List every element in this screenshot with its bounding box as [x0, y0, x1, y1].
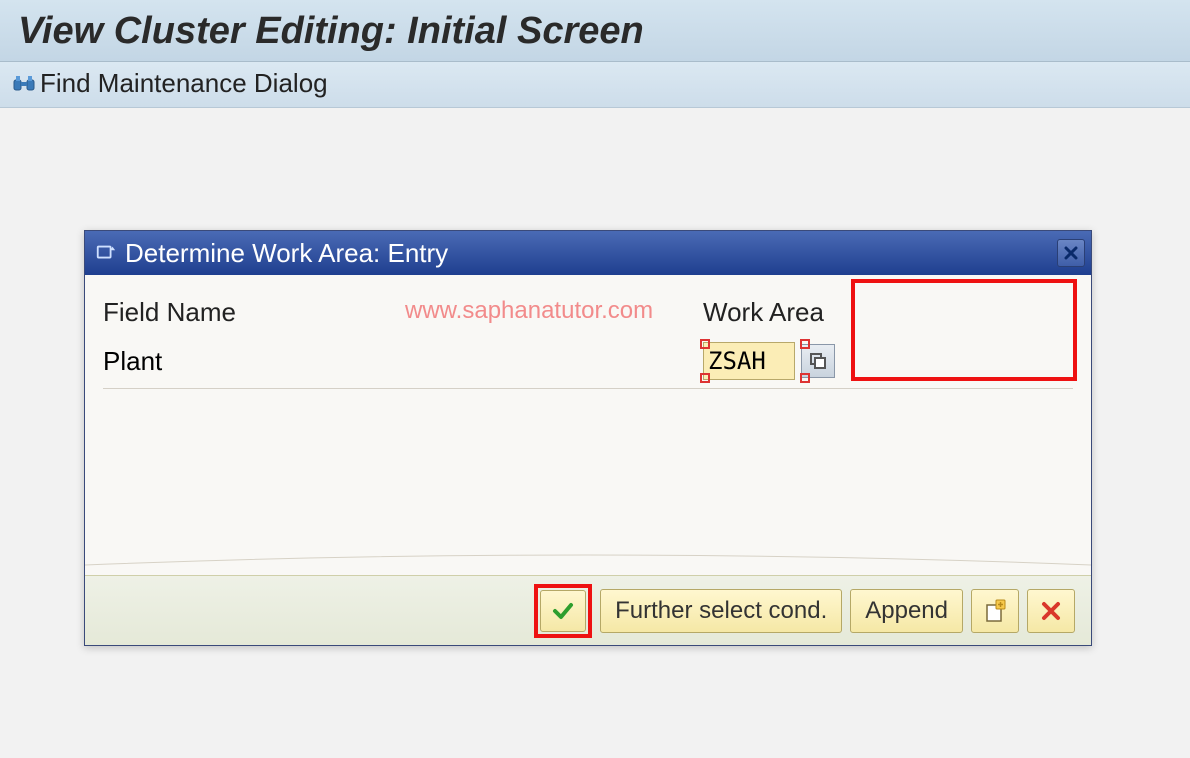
- further-select-button[interactable]: Further select cond.: [600, 589, 842, 633]
- find-maintenance-dialog-button[interactable]: Find Maintenance Dialog: [12, 68, 328, 99]
- value-help-icon: [809, 352, 827, 370]
- new-entries-icon: [982, 598, 1008, 624]
- plant-input-wrap: [703, 342, 835, 380]
- row-divider: [103, 388, 1073, 389]
- append-button[interactable]: Append: [850, 589, 963, 633]
- dialog-close-button[interactable]: [1057, 239, 1085, 267]
- find-maintenance-label: Find Maintenance Dialog: [40, 68, 328, 99]
- plant-row: Plant: [103, 338, 1073, 384]
- dialog-title: Determine Work Area: Entry: [125, 238, 448, 269]
- page-title: View Cluster Editing: Initial Screen: [18, 10, 1172, 53]
- cancel-button[interactable]: [1027, 589, 1075, 633]
- plant-label: Plant: [103, 346, 703, 377]
- app-toolbar: Find Maintenance Dialog: [0, 62, 1190, 108]
- close-icon: [1063, 245, 1079, 261]
- ok-button[interactable]: [540, 590, 586, 632]
- dialog-body: www.saphanatutor.com Field Name Work Are…: [85, 275, 1091, 575]
- check-icon: [551, 599, 575, 623]
- plant-input[interactable]: [703, 342, 795, 380]
- dialog-system-icon: [95, 242, 117, 264]
- field-name-header: Field Name: [103, 297, 703, 328]
- work-area-dialog: Determine Work Area: Entry www.saphanatu…: [84, 230, 1092, 646]
- binoculars-icon: [12, 72, 36, 96]
- column-headers: Field Name Work Area: [103, 297, 1073, 328]
- page-header: View Cluster Editing: Initial Screen: [0, 0, 1190, 62]
- dialog-footer: Further select cond. Append: [85, 575, 1091, 645]
- value-help-button[interactable]: [801, 344, 835, 378]
- new-entries-button[interactable]: [971, 589, 1019, 633]
- main-canvas: Determine Work Area: Entry www.saphanatu…: [0, 108, 1190, 718]
- work-area-header: Work Area: [703, 297, 903, 328]
- dialog-titlebar[interactable]: Determine Work Area: Entry: [85, 231, 1091, 275]
- cancel-icon: [1040, 600, 1062, 622]
- ok-button-highlight: [534, 584, 592, 638]
- footer-curve: [85, 545, 1091, 573]
